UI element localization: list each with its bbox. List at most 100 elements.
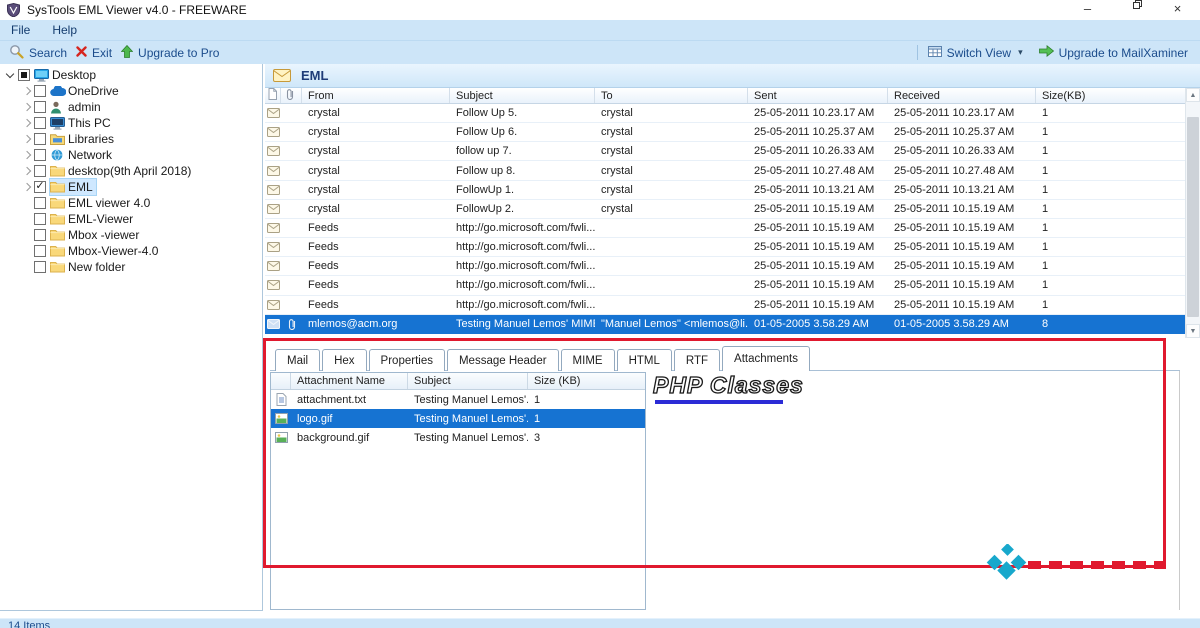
tree-item-libraries[interactable]: Libraries [0,131,262,147]
folder-icon [50,165,68,177]
upgrade-to-pro-button[interactable]: Upgrade to Pro [121,45,219,61]
tree-item-desktop-9th-april[interactable]: desktop(9th April 2018) [0,163,262,179]
minimize-button[interactable]: – [1065,0,1110,20]
restore-button[interactable] [1110,0,1155,20]
list-title-bar: EML [265,64,1200,88]
menu-help[interactable]: Help [41,20,88,40]
email-row[interactable]: Feeds http://go.microsoft.com/fwli... 25… [265,257,1185,276]
upgrade-to-mailxaminer-button[interactable]: Upgrade to MailXaminer [1039,45,1188,60]
envelope-icon [273,69,291,82]
libraries-folder-icon [50,133,68,145]
email-row[interactable]: crystal FollowUp 2. crystal 25-05-2011 1… [265,200,1185,219]
column-header-received[interactable]: Received [888,88,1036,103]
column-header-attachment-name[interactable]: Attachment Name [291,373,408,389]
scrollbar-thumb[interactable] [1187,117,1199,317]
email-row[interactable]: crystal Follow up 8. crystal 25-05-2011 … [265,161,1185,180]
email-row[interactable]: crystal Follow Up 6. crystal 25-05-2011 … [265,123,1185,142]
checkbox-empty[interactable] [34,149,46,161]
checkbox-empty[interactable] [34,101,46,113]
exit-button[interactable]: Exit [76,46,112,60]
php-classes-logo-text: PHP Classes [653,372,804,399]
column-header-sent[interactable]: Sent [748,88,888,103]
checkmark-icon: ✓ [35,181,44,192]
close-button[interactable]: × [1155,0,1200,20]
tree-item-onedrive[interactable]: OneDrive [0,83,262,99]
checkbox-empty[interactable] [34,197,46,209]
folder-icon [50,261,68,273]
checkbox-checked[interactable]: ✓ [34,181,46,193]
tab-html[interactable]: HTML [617,349,672,371]
envelope-icon [265,242,281,252]
chevron-down-icon[interactable] [4,69,17,81]
exit-x-icon [76,46,87,60]
attachment-row[interactable]: background.gif Testing Manuel Lemos'... … [271,428,645,447]
tree-item-admin[interactable]: admin [0,99,262,115]
tree-item-network[interactable]: Network [0,147,262,163]
checkbox-empty[interactable] [34,229,46,241]
tab-message-header[interactable]: Message Header [447,349,559,371]
checkbox-empty[interactable] [34,133,46,145]
checkbox-empty[interactable] [34,165,46,177]
chevron-right-icon[interactable] [20,181,33,193]
attachment-icon-column[interactable] [271,373,291,389]
chevron-right-icon[interactable] [20,165,33,177]
column-header-size[interactable]: Size(KB) [1036,88,1185,103]
chevron-right-icon[interactable] [20,85,33,97]
email-row-selected[interactable]: mlemos@acm.org Testing Manuel Lemos' MIM… [265,315,1185,334]
column-header-to[interactable]: To [595,88,748,103]
checkbox-empty[interactable] [34,245,46,257]
column-header-message-icon[interactable] [265,88,281,103]
checkbox-empty[interactable] [34,85,46,97]
chevron-right-icon[interactable] [20,101,33,113]
column-header-subject[interactable]: Subject [450,88,595,103]
chevron-right-icon[interactable] [20,133,33,145]
tab-mail[interactable]: Mail [275,349,320,371]
watermark-diamond-logo [985,544,1029,593]
column-header-attachment-subject[interactable]: Subject [408,373,528,389]
scroll-down-button[interactable]: ▼ [1186,324,1200,338]
tree-item-mbox-viewer-40[interactable]: Mbox-Viewer-4.0 [0,243,262,259]
tree-item-eml[interactable]: ✓ EML [0,179,262,195]
tree-item-this-pc[interactable]: This PC [0,115,262,131]
email-row[interactable]: crystal FollowUp 1. crystal 25-05-2011 1… [265,181,1185,200]
tree-item-eml-viewer[interactable]: EML-Viewer [0,211,262,227]
column-header-attachment[interactable] [281,88,302,103]
tree-item-mbox-viewer[interactable]: Mbox -viewer [0,227,262,243]
green-up-arrow-icon [121,45,133,61]
attachment-row-selected[interactable]: logo.gif Testing Manuel Lemos'... 1 [271,409,645,428]
checkbox-partial[interactable] [18,69,30,81]
envelope-icon [265,300,281,310]
email-row[interactable]: Feeds http://go.microsoft.com/fwli... 25… [265,219,1185,238]
column-header-attachment-size[interactable]: Size (KB) [528,373,645,389]
email-rows: crystal Follow Up 5. crystal 25-05-2011 … [265,104,1185,334]
email-row[interactable]: crystal follow up 7. crystal 25-05-2011 … [265,142,1185,161]
menu-file[interactable]: File [0,20,41,40]
switch-view-button[interactable]: Switch View ▾ [928,46,1023,60]
tab-hex[interactable]: Hex [322,349,366,371]
scroll-up-button[interactable]: ▲ [1186,88,1200,102]
email-row[interactable]: Feeds http://go.microsoft.com/fwli... 25… [265,238,1185,257]
list-scrollbar[interactable]: ▲ ▼ [1185,88,1200,338]
tab-mime[interactable]: MIME [561,349,615,371]
window-title: SysTools EML Viewer v4.0 - FREEWARE [27,3,247,17]
tree-item-desktop[interactable]: Desktop [0,67,262,83]
tab-attachments[interactable]: Attachments [722,346,810,371]
tree-item-new-folder[interactable]: New folder [0,259,262,275]
search-button[interactable]: Search [9,44,67,62]
chevron-right-icon[interactable] [20,117,33,129]
tree-item-eml-viewer-40[interactable]: EML viewer 4.0 [0,195,262,211]
attachment-row[interactable]: attachment.txt Testing Manuel Lemos'... … [271,390,645,409]
column-header-from[interactable]: From [302,88,450,103]
checkbox-empty[interactable] [34,117,46,129]
email-row[interactable]: Feeds http://go.microsoft.com/fwli... 25… [265,276,1185,295]
tab-properties[interactable]: Properties [369,349,445,371]
window-controls: – × [1065,0,1200,20]
desktop-monitor-icon [34,69,52,82]
tab-rtf[interactable]: RTF [674,349,720,371]
chevron-right-icon[interactable] [20,149,33,161]
email-row[interactable]: crystal Follow Up 5. crystal 25-05-2011 … [265,104,1185,123]
checkbox-empty[interactable] [34,213,46,225]
email-row[interactable]: Feeds http://go.microsoft.com/fwli... 25… [265,296,1185,315]
expander-spacer [20,261,33,273]
checkbox-empty[interactable] [34,261,46,273]
